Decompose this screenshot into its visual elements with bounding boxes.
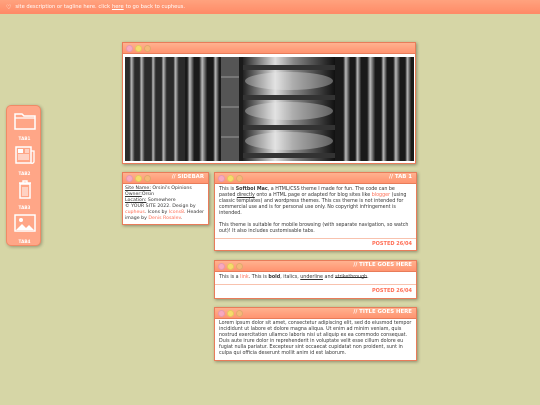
window-dot-pink[interactable]	[126, 44, 133, 52]
lorem-window: // TITLE GOES HERE Lorem ipsum dolor sit…	[214, 307, 417, 361]
window-dot-orange[interactable]	[144, 174, 151, 182]
icons-by-text: . Icons by	[144, 210, 168, 215]
nav-label-tab2: TAB2	[18, 171, 31, 176]
photographer-link[interactable]: Denis Rosalev	[148, 216, 181, 221]
window-titlebar: // TITLE GOES HERE	[215, 308, 416, 319]
text: , italics,	[280, 275, 299, 280]
text: This is	[219, 187, 235, 192]
text: and	[324, 275, 334, 280]
nav-item-tab1[interactable]	[7, 110, 42, 134]
tagline-text: site description or tagline here. click	[15, 4, 110, 10]
newspaper-icon	[14, 146, 36, 169]
window-dot-yellow[interactable]	[227, 309, 234, 317]
window-titlebar	[123, 43, 415, 54]
window-dot-yellow[interactable]	[135, 44, 142, 52]
window-title: // TITLE GOES HERE	[353, 262, 412, 268]
window-title: // TAB 1	[389, 174, 412, 180]
sidebar-content: Site Name: Orsini's Opinions Owner:Orsin…	[123, 184, 208, 224]
text: .	[367, 275, 369, 280]
mobile-paragraph: This theme is suitable for mobile browsi…	[219, 223, 409, 234]
blogger-link[interactable]: blogger	[372, 193, 390, 198]
window-dot-pink[interactable]	[218, 174, 225, 182]
back-link[interactable]: here	[112, 4, 124, 10]
theme-name: Softboi Mac	[235, 187, 268, 192]
window-titlebar: // SIDEBAR	[123, 173, 208, 184]
window-titlebar: // TAB 1	[215, 173, 416, 184]
text: This is a	[219, 275, 239, 280]
window-dot-yellow[interactable]	[227, 262, 234, 270]
sidebar-window: // SIDEBAR Site Name: Orsini's Opinions …	[122, 172, 209, 225]
text: . This is	[248, 275, 267, 280]
formatting-window: // TITLE GOES HERE This is a link. This …	[214, 260, 417, 299]
window-dot-yellow[interactable]	[135, 174, 142, 182]
end-period: .	[180, 216, 183, 221]
heart-icon: ♡	[6, 3, 12, 11]
window-dot-pink[interactable]	[218, 309, 225, 317]
icons8-link[interactable]: Icons8	[169, 210, 184, 215]
window-dot-pink[interactable]	[126, 174, 133, 182]
divider	[215, 238, 416, 239]
divider	[215, 284, 416, 285]
tagline-text-end: to go back to cupheus.	[125, 4, 186, 10]
nav-item-tab3[interactable]	[7, 179, 42, 203]
posted-date: POSTED 26/04	[372, 288, 412, 294]
window-title: // TITLE GOES HERE	[353, 309, 412, 315]
owner: Orsin	[141, 192, 155, 197]
location-label: Location:	[125, 198, 147, 203]
sample-link[interactable]: link	[240, 275, 248, 280]
text: onto a HTML page or adapted for blog sit…	[256, 193, 371, 198]
nav-label-tab4: TAB4	[18, 239, 31, 244]
location: Somewhere	[147, 198, 176, 203]
designer-link[interactable]: cupheus	[125, 210, 145, 215]
intro-paragraph: This is Softboi Mac, a HTML/CSS theme I …	[219, 187, 412, 217]
tab1-window: // TAB 1 This is Softboi Mac, a HTML/CSS…	[214, 172, 417, 251]
side-navigation: TAB1 TAB2 TAB3 TAB4	[6, 105, 41, 246]
underlined-text: directly	[236, 193, 255, 198]
site-name-label: Site Name:	[125, 186, 151, 191]
owner-label: Owner:	[125, 192, 142, 197]
window-dot-orange[interactable]	[236, 309, 243, 317]
strikethrough-text: strikethrough	[335, 275, 368, 280]
top-bar: ♡ site description or tagline here. clic…	[0, 0, 540, 14]
nav-label-tab3: TAB3	[18, 205, 31, 210]
window-dot-orange[interactable]	[144, 44, 151, 52]
window-dot-orange[interactable]	[236, 262, 243, 270]
tab1-content: This is Softboi Mac, a HTML/CSS theme I …	[215, 184, 416, 238]
window-dot-orange[interactable]	[236, 174, 243, 182]
window-dot-yellow[interactable]	[227, 174, 234, 182]
nav-label-tab1: TAB1	[18, 136, 31, 141]
site-name: Orsini's Opinions	[152, 186, 192, 191]
formatting-content: This is a link. This is bold, italics, u…	[215, 272, 416, 284]
lorem-content: Lorem ipsum dolor sit amet, consectetur …	[219, 321, 412, 356]
image-icon	[13, 214, 36, 237]
window-dot-pink[interactable]	[218, 262, 225, 270]
folder-icon	[13, 113, 36, 134]
window-titlebar: // TITLE GOES HERE	[215, 261, 416, 272]
posted-date: POSTED 26/04	[372, 241, 412, 247]
window-title: // SIDEBAR	[171, 174, 204, 180]
underline-text: underline	[300, 275, 323, 280]
bold-text: bold	[268, 275, 281, 280]
copyright: © YOUR SITE 2022. Design by	[125, 204, 196, 209]
trash-icon	[14, 180, 36, 203]
header-image	[125, 57, 414, 161]
header-image-window	[122, 42, 416, 164]
nav-item-tab4[interactable]	[7, 213, 42, 237]
nav-item-tab2[interactable]	[7, 145, 42, 169]
